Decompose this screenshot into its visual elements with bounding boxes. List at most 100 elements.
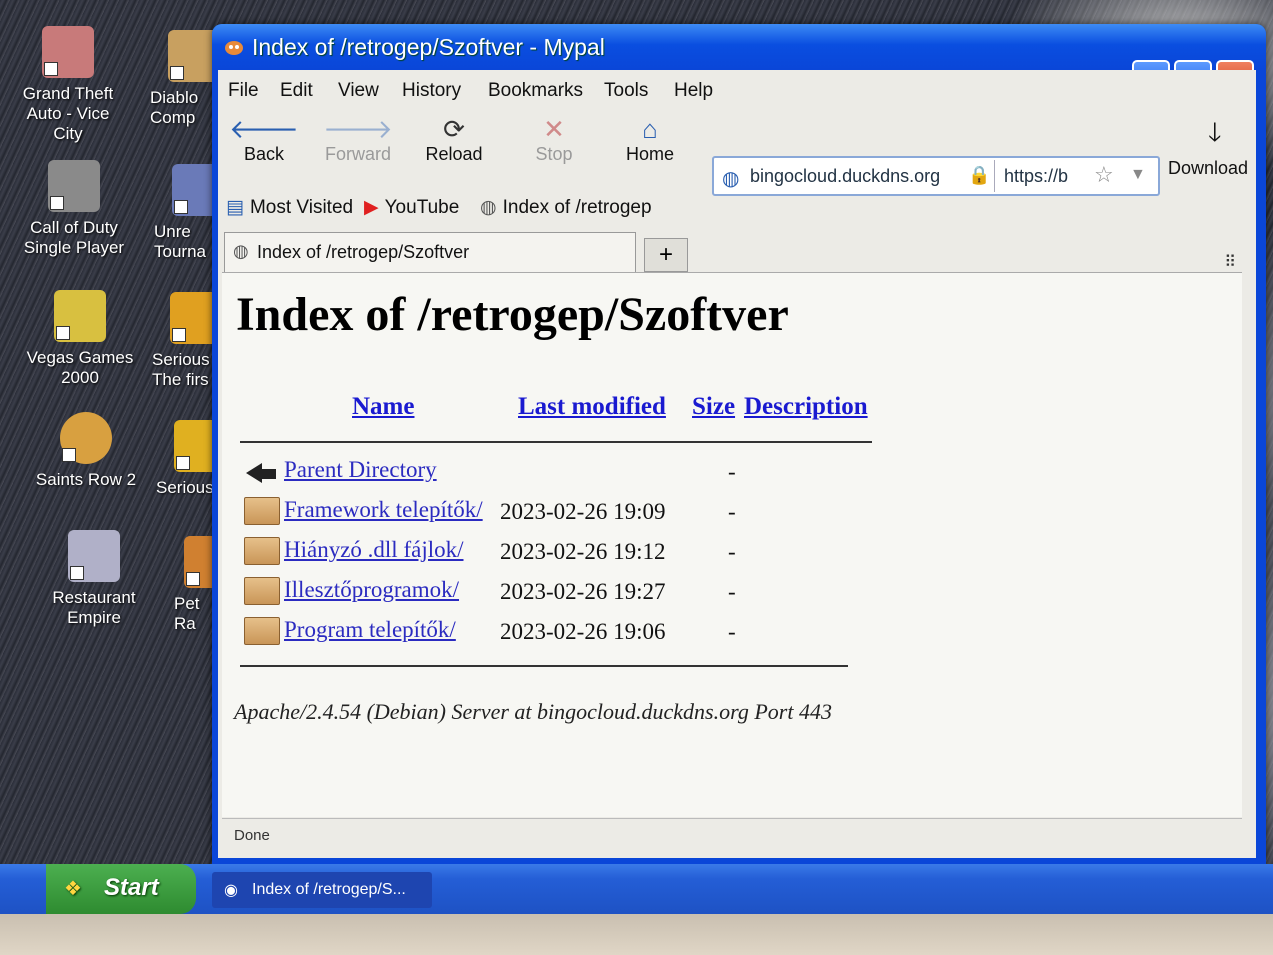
taskbar-item-browser[interactable]: ◉ Index of /retrogep/S...: [212, 872, 432, 908]
reload-button[interactable]: ⟳ Reload: [414, 114, 494, 165]
desktop-icon-restaurant-empire[interactable]: Restaurant Empire: [36, 530, 152, 628]
entry-size: -: [728, 579, 736, 604]
desktop-icon-gta-vice-city[interactable]: Grand Theft Auto - Vice City: [10, 26, 126, 144]
youtube-icon: ▶: [364, 197, 379, 218]
column-header-size[interactable]: Size: [692, 393, 735, 421]
game-icon: [60, 412, 112, 464]
desktop-icon-serious-sam-first[interactable]: Serious The firs: [152, 292, 220, 390]
tab-label: Index of /retrogep/Szoftver: [257, 242, 470, 262]
browser-logo-icon: ◉: [224, 882, 238, 899]
menu-tools[interactable]: Tools: [604, 80, 648, 102]
table-row: Illesztőprogramok/ 2023-02-26 19:27 -: [244, 575, 944, 611]
file-size: -: [728, 459, 736, 484]
desktop-icon-serious-sam-2[interactable]: Serious: [156, 420, 220, 498]
bookmark-star-icon[interactable]: ☆: [1094, 162, 1114, 188]
bookmarks-toolbar: ▤ Most Visited ▶ YouTube ◍ Index of /retrog…: [218, 190, 1256, 226]
bookmark-most-visited[interactable]: ▤ Most Visited: [226, 196, 353, 219]
chevron-down-icon[interactable]: ▼: [1130, 166, 1146, 184]
download-arrow-icon: 🡓: [1208, 117, 1222, 147]
entry-date: 2023-02-26 19:27: [500, 579, 666, 604]
url-divider: [994, 160, 995, 192]
server-signature: Apache/2.4.54 (Debian) Server at bingocl…: [234, 699, 832, 724]
most-visited-icon: ▤: [226, 197, 244, 218]
table-row: Hiányzó .dll fájlok/ 2023-02-26 19:12 -: [244, 535, 944, 571]
stop-button[interactable]: ✕ Stop: [514, 114, 594, 165]
desktop-icon-vegas-games[interactable]: Vegas Games 2000: [22, 290, 138, 388]
globe-icon: ◍: [480, 197, 497, 218]
game-icon: [54, 290, 106, 342]
start-button[interactable]: ❖ Start: [46, 864, 196, 914]
status-bar: Done: [222, 818, 1242, 851]
monitor-bezel: [0, 914, 1273, 955]
entry-link[interactable]: Illesztőprogramok/: [284, 577, 459, 603]
folder-icon: [244, 617, 280, 645]
game-icon: [68, 530, 120, 582]
entry-date: 2023-02-26 19:09: [500, 499, 666, 524]
home-button[interactable]: ⌂ Home: [610, 114, 690, 165]
menu-view[interactable]: View: [338, 80, 379, 102]
folder-icon: [244, 497, 280, 525]
bookmark-index-retrogep[interactable]: ◍ Index of /retrogep: [480, 196, 652, 219]
entry-size: -: [728, 539, 736, 564]
tab-strip: ◍ Index of /retrogep/Szoftver + ⠿: [218, 228, 1256, 272]
window-title: Index of /retrogep/Szoftver - Mypal: [252, 34, 605, 60]
status-text: Done: [234, 827, 270, 844]
home-icon: ⌂: [642, 114, 658, 144]
desktop-icon-saints-row-2[interactable]: Saints Row 2: [28, 412, 144, 490]
back-arrow-icon: 🡐: [229, 114, 299, 144]
back-button[interactable]: 🡐 Back: [224, 114, 304, 165]
globe-icon: ◍: [233, 241, 249, 261]
bookmark-youtube[interactable]: ▶ YouTube: [364, 196, 459, 219]
star-icon: [48, 160, 100, 212]
title-bar[interactable]: Index of /retrogep/Szoftver - Mypal _ □ …: [212, 24, 1266, 96]
header-divider: [240, 441, 872, 443]
menu-bar: File Edit View History Bookmarks Tools H…: [218, 74, 1256, 104]
browser-logo-icon: [225, 41, 243, 55]
reload-icon: ⟳: [443, 114, 465, 144]
menu-edit[interactable]: Edit: [280, 80, 313, 102]
forward-arrow-icon: 🡒: [323, 114, 393, 144]
entry-link[interactable]: Program telepítők/: [284, 617, 456, 643]
desktop-icon-diablo[interactable]: Diablo Comp: [150, 30, 220, 128]
menu-bookmarks[interactable]: Bookmarks: [488, 80, 583, 102]
list-all-tabs-icon[interactable]: ⠿: [1224, 252, 1236, 272]
menu-file[interactable]: File: [228, 80, 259, 102]
windows-logo-icon: ❖: [64, 878, 82, 900]
url-input[interactable]: https://b: [1004, 166, 1068, 187]
menu-history[interactable]: History: [402, 80, 461, 102]
tab-active[interactable]: ◍ Index of /retrogep/Szoftver: [224, 232, 636, 272]
parent-directory-link[interactable]: Parent Directory: [284, 457, 437, 483]
url-identity-domain[interactable]: bingocloud.duckdns.org: [750, 166, 940, 187]
parent-directory-row: Parent Directory -: [244, 455, 944, 491]
entry-size: -: [728, 499, 736, 524]
forward-button[interactable]: 🡒 Forward: [318, 114, 398, 165]
new-tab-button[interactable]: +: [644, 238, 688, 272]
table-row: Framework telepítők/ 2023-02-26 19:09 -: [244, 495, 944, 531]
entry-date: 2023-02-26 19:06: [500, 619, 666, 644]
entry-date: 2023-02-26 19:12: [500, 539, 666, 564]
browser-window: Index of /retrogep/Szoftver - Mypal _ □ …: [212, 24, 1266, 864]
column-header-last-modified[interactable]: Last modified: [518, 393, 666, 421]
page-content: Index of /retrogep/Szoftver Name Last mo…: [222, 272, 1242, 817]
entry-link[interactable]: Framework telepítők/: [284, 497, 483, 523]
back-folder-icon: [246, 463, 276, 483]
game-icon: [42, 26, 94, 78]
stop-x-icon: ✕: [543, 114, 565, 144]
globe-icon: ◍: [722, 168, 740, 190]
column-header-description[interactable]: Description: [744, 393, 868, 421]
entry-link[interactable]: Hiányzó .dll fájlok/: [284, 537, 464, 563]
entry-size: -: [728, 619, 736, 644]
menu-help[interactable]: Help: [674, 80, 713, 102]
footer-divider: [240, 665, 848, 667]
folder-icon: [244, 537, 280, 565]
table-row: Program telepítők/ 2023-02-26 19:06 -: [244, 615, 944, 651]
page-title: Index of /retrogep/Szoftver: [236, 288, 789, 341]
desktop-icon-call-of-duty[interactable]: Call of Duty Single Player: [16, 160, 132, 258]
browser-client-area: File Edit View History Bookmarks Tools H…: [218, 70, 1256, 858]
column-header-name[interactable]: Name: [352, 393, 414, 421]
download-button[interactable]: 🡓 Download: [1168, 114, 1258, 179]
lock-icon[interactable]: 🔒: [968, 165, 990, 186]
taskbar: ❖ Start ◉ Index of /retrogep/S...: [0, 864, 1273, 914]
navigation-toolbar: 🡐 Back 🡒 Forward ⟳ Reload ✕ Stop ⌂ Home …: [218, 108, 1258, 196]
desktop-icon-unreal-tournament[interactable]: Unre Tourna: [154, 164, 220, 262]
